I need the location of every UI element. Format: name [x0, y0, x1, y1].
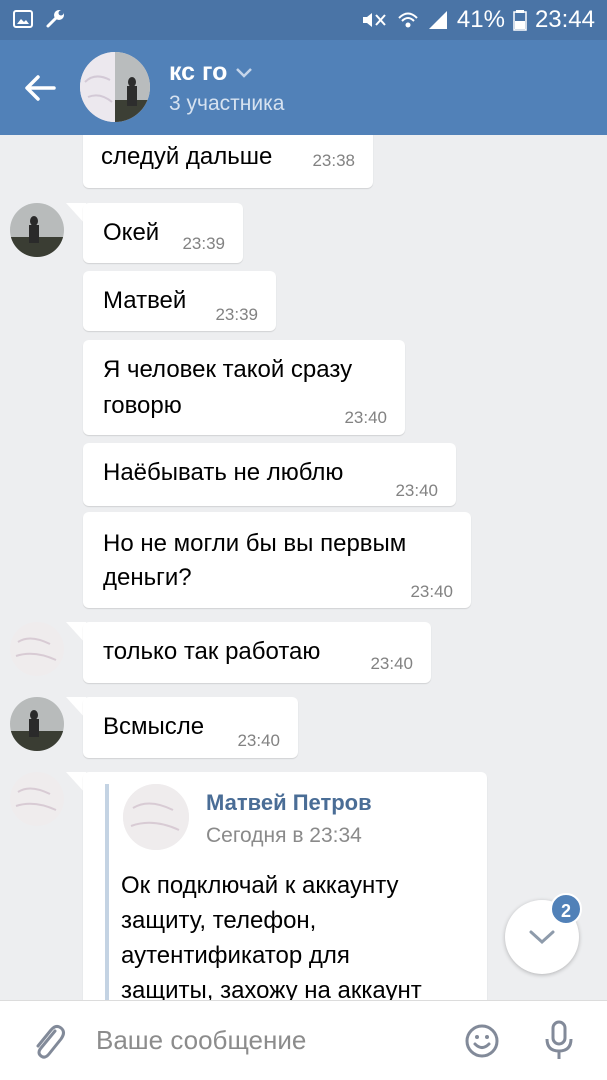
message-text-line: Но не могли бы вы первым — [103, 530, 407, 557]
message-bubble[interactable]: Матвей 23:39 — [83, 271, 276, 331]
forwarded-sender-avatar[interactable] — [123, 784, 189, 850]
wifi-icon — [398, 12, 418, 28]
message-text: следуй дальше — [101, 143, 273, 170]
forwarded-text-line: защиты, захожу на аккаунт — [121, 977, 422, 1000]
signal-icon — [428, 11, 447, 29]
message-time: 23:38 — [312, 151, 355, 170]
participants-count: 3 участника — [169, 92, 285, 115]
message-text-line: деньги? — [103, 564, 192, 591]
message-bubble[interactable]: Наёбывать не люблю 23:40 — [83, 443, 456, 506]
message-bubble[interactable]: Но не могли бы вы первым деньги? 23:40 — [83, 512, 471, 608]
message-time: 23:40 — [410, 582, 453, 601]
message-time: 23:40 — [395, 481, 438, 500]
status-bar: 41% 23:44 — [0, 0, 607, 40]
message-input[interactable]: Ваше сообщение — [96, 1025, 306, 1056]
chat-title[interactable]: кс го — [169, 58, 227, 87]
mute-icon — [362, 13, 386, 27]
chevron-down-icon — [529, 930, 555, 945]
message-text: Матвей — [103, 287, 187, 314]
message-time: 23:39 — [215, 305, 258, 324]
microphone-icon[interactable] — [543, 1019, 575, 1063]
forwarded-message[interactable]: Матвей Петров Сегодня в 23:34 Ок подключ… — [83, 772, 487, 1000]
message-time: 23:40 — [370, 654, 413, 673]
message-text-line: говорю — [103, 392, 182, 419]
clock: 23:44 — [534, 6, 595, 33]
message-bubble[interactable]: Всмысле 23:40 — [83, 697, 298, 758]
forward-indicator — [105, 784, 109, 1000]
message-text: только так работаю — [103, 638, 321, 665]
forwarded-text-line: аутентификатор для — [121, 942, 350, 969]
attach-icon[interactable] — [30, 1021, 66, 1061]
message-time: 23:39 — [182, 234, 225, 253]
chat-header: кс го 3 участника — [0, 40, 607, 135]
back-arrow-icon[interactable] — [20, 68, 60, 108]
sender-avatar[interactable] — [10, 772, 64, 826]
battery-icon — [513, 10, 527, 31]
sender-avatar[interactable] — [10, 203, 64, 257]
chevron-down-icon[interactable] — [235, 67, 253, 79]
unread-badge: 2 — [550, 893, 582, 925]
image-icon — [13, 10, 33, 28]
forwarded-text-line: Ок подключай к аккаунту — [121, 872, 399, 899]
forwarded-sender-name[interactable]: Матвей Петров — [206, 790, 372, 816]
message-bubble[interactable]: Окей 23:39 — [83, 203, 243, 263]
forwarded-date: Сегодня в 23:34 — [206, 824, 362, 847]
message-text: Окей — [103, 219, 160, 246]
message-text: Всмысле — [103, 713, 205, 740]
message-feed[interactable]: следуй дальше 23:38 Окей 23:39 Матвей 23… — [0, 135, 607, 1000]
battery-percent: 41% — [456, 6, 505, 33]
message-text: Наёбывать не люблю — [103, 459, 344, 486]
message-composer: Ваше сообщение — [0, 1000, 607, 1080]
message-bubble[interactable]: следуй дальше 23:38 — [83, 135, 373, 188]
message-time: 23:40 — [237, 731, 280, 750]
sender-avatar[interactable] — [10, 622, 64, 676]
sender-avatar[interactable] — [10, 697, 64, 751]
message-time: 23:40 — [344, 408, 387, 427]
chat-avatar[interactable] — [80, 52, 150, 122]
message-text-line: Я человек такой сразу — [103, 356, 353, 383]
message-bubble[interactable]: только так работаю 23:40 — [83, 622, 431, 683]
forwarded-text-line: защиту, телефон, — [121, 907, 317, 934]
message-bubble[interactable]: Я человек такой сразу говорю 23:40 — [83, 340, 405, 435]
wrench-icon — [46, 10, 64, 28]
emoji-icon[interactable] — [464, 1023, 500, 1059]
forwarded-text: Ок подключай к аккаунту защиту, телефон,… — [121, 868, 461, 1000]
